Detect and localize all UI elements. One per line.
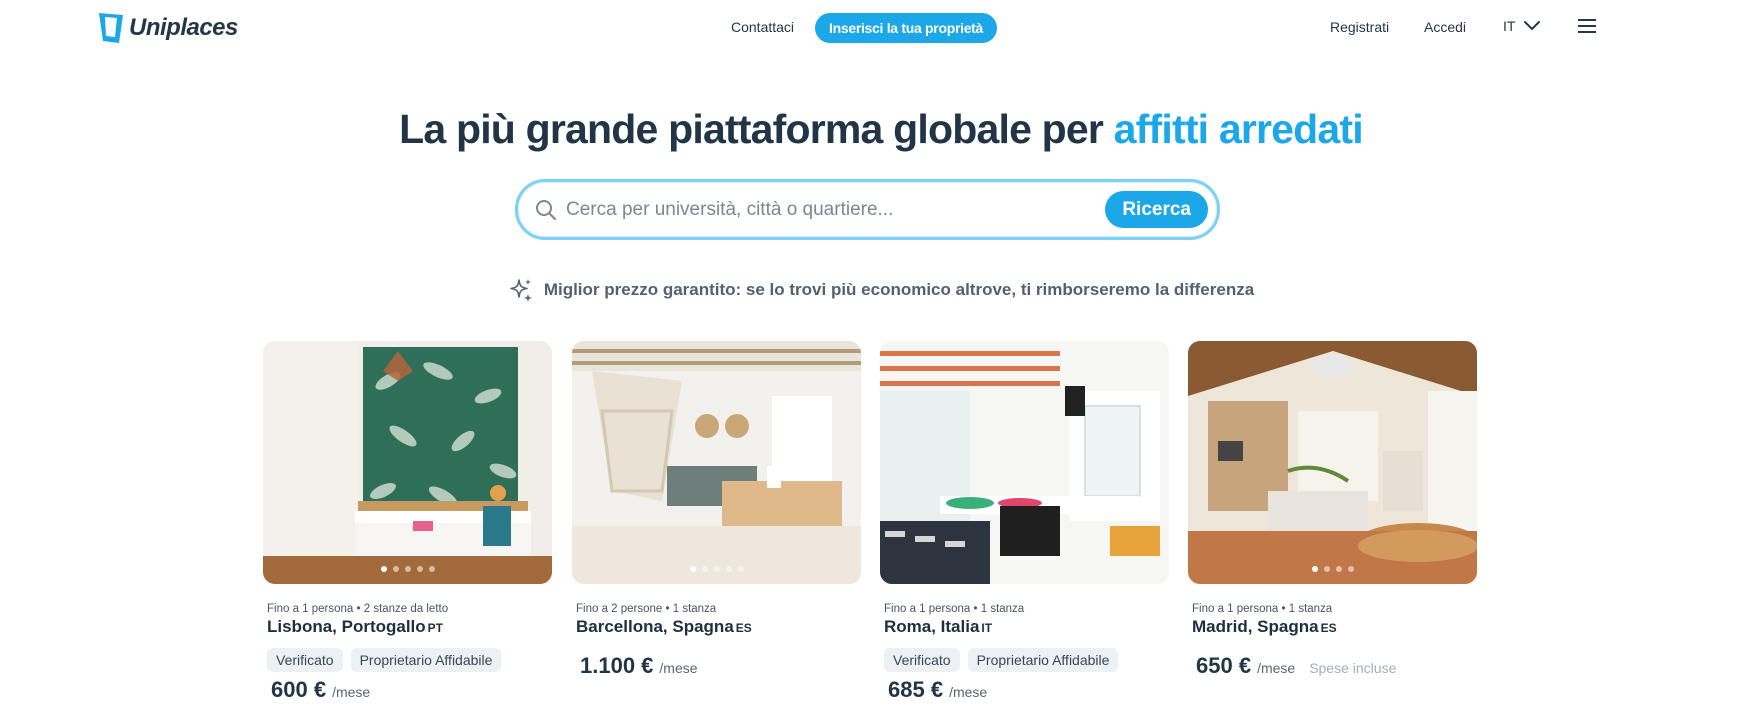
carousel-dot[interactable] <box>428 566 435 572</box>
verified-badge: Verificato <box>267 648 343 672</box>
search-button[interactable]: Ricerca <box>1105 191 1208 228</box>
listing-card[interactable]: Fino a 1 persona • 1 stanza Madrid, Spag… <box>1188 341 1477 679</box>
search-bar: Ricerca <box>515 179 1220 240</box>
photo-carousel-dots[interactable] <box>1188 566 1477 572</box>
country-code: ES <box>1320 621 1337 635</box>
listing-card[interactable]: Fino a 1 persona • 2 stanze da letto Lis… <box>263 341 552 703</box>
search-icon <box>536 200 556 220</box>
listing-location[interactable]: Lisbona, Portogallo PT <box>267 617 552 637</box>
price-period: /mese <box>949 684 988 700</box>
list-property-button[interactable]: Inserisci la tua proprietà <box>815 13 998 43</box>
carousel-dot[interactable] <box>1323 566 1330 572</box>
listing-location[interactable]: Roma, Italia IT <box>884 617 1169 637</box>
chevron-down-icon <box>1524 21 1541 31</box>
price-period: /mese <box>1257 660 1296 676</box>
top-navigation: Uniplaces Contattaci Inserisci la tua pr… <box>0 0 1762 56</box>
carousel-dot[interactable] <box>1347 566 1354 572</box>
listing-capacity: Fino a 1 persona • 2 stanze da letto <box>267 603 449 615</box>
language-label: IT <box>1503 18 1516 34</box>
listing-photo[interactable] <box>880 341 1169 584</box>
carousel-dot[interactable] <box>404 566 411 572</box>
listing-city: Lisbona, Portogallo <box>267 617 426 636</box>
contact-link[interactable]: Contattaci <box>731 19 794 35</box>
price-amount: 1.100 € <box>580 653 654 678</box>
listing-price: 685 € /mese <box>888 677 1169 703</box>
photo-carousel-dots[interactable] <box>263 566 552 572</box>
listing-photo[interactable] <box>1188 341 1477 584</box>
bills-included-label: Spese incluse <box>1309 660 1397 676</box>
listing-price: 650 € /mese Spese incluse <box>1196 653 1477 679</box>
verified-badge: Verificato <box>884 648 960 672</box>
listing-price: 1.100 € /mese <box>580 653 861 679</box>
carousel-dot[interactable] <box>737 566 744 572</box>
listing-capacity: Fino a 1 persona • 1 stanza <box>1192 603 1333 615</box>
price-period: /mese <box>659 660 698 676</box>
listing-location[interactable]: Barcellona, Spagna ES <box>576 617 861 637</box>
brand-logo[interactable]: Uniplaces <box>97 11 238 45</box>
listing-capacity: Fino a 2 persone • 1 stanza <box>576 603 717 615</box>
price-amount: 685 € <box>888 677 944 702</box>
register-link[interactable]: Registrati <box>1330 19 1389 35</box>
listing-price: 600 € /mese <box>271 677 552 703</box>
guarantee-text: Miglior prezzo garantito: se lo trovi pi… <box>543 280 1255 299</box>
listing-badges: Verificato Proprietario Affidabile <box>267 648 552 672</box>
listing-card[interactable]: Fino a 2 persone • 1 stanza Barcellona, … <box>572 341 861 679</box>
sparkle-icon <box>510 279 532 302</box>
search-input[interactable] <box>566 194 1076 226</box>
listing-badges: Verificato Proprietario Affidabile <box>884 648 1169 672</box>
listing-city: Madrid, Spagna <box>1192 617 1319 636</box>
listing-card[interactable]: Fino a 1 persona • 1 stanza Roma, Italia… <box>880 341 1169 703</box>
uniplaces-logo-icon <box>99 13 123 43</box>
login-link[interactable]: Accedi <box>1424 19 1466 35</box>
price-period: /mese <box>332 684 371 700</box>
carousel-dot[interactable] <box>1335 566 1342 572</box>
carousel-dot[interactable] <box>416 566 423 572</box>
listing-city: Barcellona, Spagna <box>576 617 734 636</box>
carousel-dot[interactable] <box>689 566 696 572</box>
hero-title-accent: affitti arredati <box>1113 106 1364 152</box>
carousel-dot[interactable] <box>713 566 720 572</box>
carousel-dot[interactable] <box>380 566 387 572</box>
listing-photo[interactable] <box>263 341 552 584</box>
carousel-dot[interactable] <box>725 566 732 572</box>
carousel-dot[interactable] <box>1311 566 1318 572</box>
country-code: IT <box>981 621 993 635</box>
hamburger-menu-icon[interactable] <box>1578 18 1596 34</box>
language-selector[interactable]: IT <box>1503 18 1541 34</box>
country-code: ES <box>735 621 752 635</box>
hero-title: La più grande piattaforma globale per af… <box>0 106 1762 153</box>
listing-capacity: Fino a 1 persona • 1 stanza <box>884 603 1025 615</box>
hero-title-main: La più grande piattaforma globale per <box>399 106 1104 152</box>
listing-photo[interactable] <box>572 341 861 584</box>
carousel-dot[interactable] <box>392 566 399 572</box>
carousel-dot[interactable] <box>701 566 708 572</box>
price-amount: 650 € <box>1196 653 1252 678</box>
brand-name: Uniplaces <box>129 14 238 41</box>
listing-location[interactable]: Madrid, Spagna ES <box>1192 617 1477 637</box>
price-guarantee: Miglior prezzo garantito: se lo trovi pi… <box>0 277 1762 303</box>
trusted-landlord-badge: Proprietario Affidabile <box>967 648 1119 672</box>
trusted-landlord-badge: Proprietario Affidabile <box>350 648 502 672</box>
price-amount: 600 € <box>271 677 327 702</box>
country-code: PT <box>427 621 444 635</box>
listing-city: Roma, Italia <box>884 617 980 636</box>
photo-carousel-dots[interactable] <box>572 566 861 572</box>
